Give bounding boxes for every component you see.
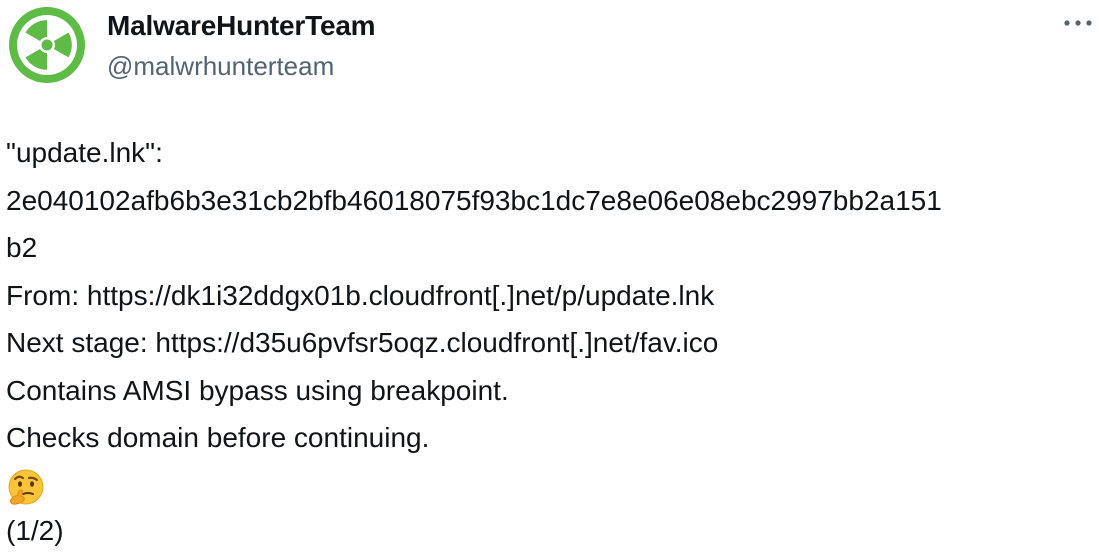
tweet-line-amsi: Contains AMSI bypass using breakpoint. bbox=[6, 367, 1096, 415]
avatar[interactable] bbox=[8, 6, 86, 84]
radiation-trefoil-icon bbox=[8, 6, 86, 84]
tweet-line-next-stage-url: Next stage: https://d35u6pvfsr5oqz.cloud… bbox=[6, 319, 1096, 367]
thinking-face-emoji bbox=[6, 468, 46, 508]
tweet-line-domain-check: Checks domain before continuing. bbox=[6, 414, 1096, 462]
tweet-line-hash: 2e040102afb6b3e31cb2bfb46018075f93bc1dc7… bbox=[6, 177, 1096, 225]
author-handle[interactable]: @malwrhunterteam bbox=[107, 51, 334, 82]
tweet-line-from-url: From: https://dk1i32ddgx01b.cloudfront[.… bbox=[6, 272, 1096, 320]
tweet-text: "update.lnk": 2e040102afb6b3e31cb2bfb460… bbox=[6, 129, 1096, 554]
tweet-header: MalwareHunterTeam @malwrhunterteam bbox=[0, 0, 1100, 95]
thread-indicator: (1/2) bbox=[6, 507, 1096, 554]
tweet-line-filename: "update.lnk": bbox=[6, 129, 1096, 177]
emoji-line bbox=[6, 462, 1096, 507]
more-options-icon bbox=[1063, 19, 1093, 27]
more-options-button[interactable] bbox=[1060, 8, 1096, 38]
author-display-name[interactable]: MalwareHunterTeam bbox=[107, 10, 375, 42]
tweet-line-hash-continued: b2 bbox=[6, 224, 1096, 272]
